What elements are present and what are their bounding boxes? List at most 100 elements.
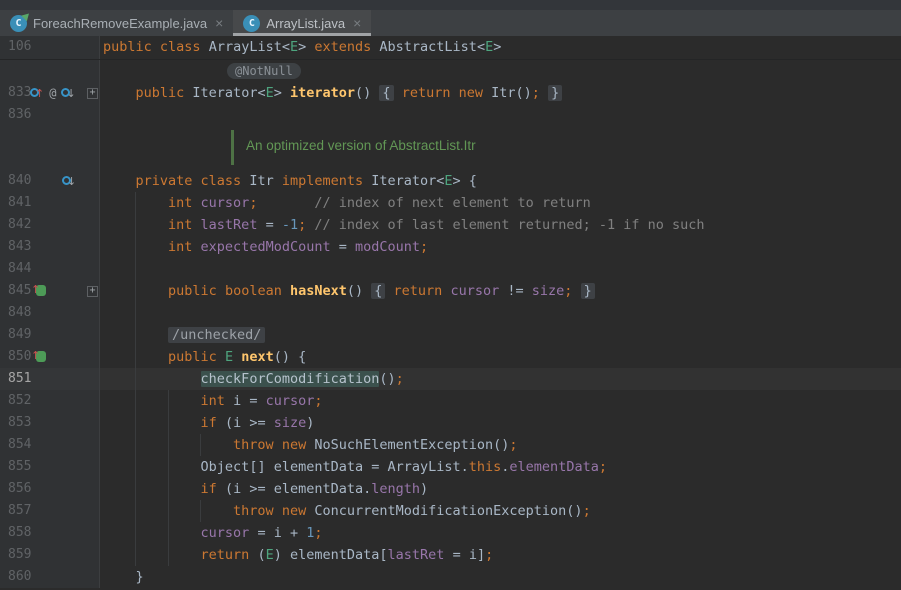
line-number: 860: [8, 569, 32, 584]
code-line-836[interactable]: 836: [0, 104, 901, 126]
tab-foreachremoveexample-java[interactable]: C ForeachRemoveExample.java ×: [0, 10, 233, 36]
code-content[interactable]: throw new NoSuchElementException();: [100, 434, 901, 456]
fold-marker-plus-icon[interactable]: +: [87, 88, 98, 99]
code-content[interactable]: int cursor; // index of next element to …: [100, 192, 901, 214]
overridden-down-icon[interactable]: ↓: [62, 170, 76, 192]
sticky-gutter: 106: [0, 36, 100, 59]
code-token: cursor: [265, 393, 315, 409]
code-token: return: [393, 283, 443, 299]
code-content[interactable]: cursor = i + 1;: [100, 522, 901, 544]
code-content[interactable]: int lastRet = -1; // index of last eleme…: [100, 214, 901, 236]
code-token: cursor: [200, 525, 250, 541]
code-token: (i >= elementData.: [224, 481, 372, 497]
code-line-840[interactable]: 840 ↓ private class Itr implements Iterat…: [0, 170, 901, 192]
line-number: 853: [8, 415, 32, 430]
code-content[interactable]: Object[] elementData = ArrayList.this.el…: [100, 456, 901, 478]
code-content[interactable]: }: [100, 566, 901, 588]
indent-guide: [200, 500, 201, 522]
gutter: 856: [0, 478, 100, 500]
code-content[interactable]: public Iterator<E> iterator() { return n…: [100, 82, 901, 104]
code-content[interactable]: int i = cursor;: [100, 390, 901, 412]
line-number: 843: [8, 239, 32, 254]
overridden-down-icon[interactable]: ↓: [61, 82, 76, 104]
code-token: (): [355, 85, 380, 101]
line-number: 855: [8, 459, 32, 474]
tab-arraylist-java[interactable]: C ArrayList.java ×: [233, 10, 372, 36]
gutter: [0, 126, 100, 170]
code-token: !=: [499, 283, 532, 299]
code-token: ): [420, 481, 429, 497]
overriding-icon[interactable]: ↑: [31, 349, 46, 363]
line-number: 859: [8, 547, 32, 562]
inlay-hint-notnull[interactable]: @NotNull: [227, 63, 301, 79]
code-token: iterator: [289, 85, 356, 101]
code-line-860[interactable]: 860 }: [0, 566, 901, 588]
code-token: (): [346, 283, 372, 299]
code-token: () {: [273, 349, 307, 365]
code-content[interactable]: int expectedModCount = modCount;: [100, 236, 901, 258]
code-content[interactable]: checkForComodification();: [100, 368, 901, 390]
code-content[interactable]: /unchecked/: [100, 324, 901, 346]
annotation-icon[interactable]: @: [49, 86, 56, 100]
run-overlay-icon: [21, 10, 32, 21]
code-content[interactable]: [100, 104, 901, 126]
code-token: (: [257, 547, 266, 563]
gutter: 840 ↓: [0, 170, 100, 192]
code-content[interactable]: private class Itr implements Iterator<E>…: [100, 170, 901, 192]
code-token: int: [200, 393, 234, 409]
indent-guide: [168, 390, 169, 566]
code-token: Itr(): [483, 85, 532, 101]
line-number: 850: [8, 349, 32, 364]
code-token: if: [200, 415, 225, 431]
code-content[interactable]: @NotNull: [100, 60, 901, 82]
code-token: >: [493, 39, 502, 55]
code-token: i =: [233, 393, 266, 409]
code-line[interactable]: @NotNull: [0, 60, 901, 82]
code-content[interactable]: [100, 302, 901, 324]
code-token: E: [265, 547, 274, 563]
code-token: ArrayList<: [208, 39, 290, 55]
code-token: checkForComodification: [200, 371, 380, 387]
code-content[interactable]: throw new ConcurrentModificationExceptio…: [100, 500, 901, 522]
code-token: throw: [233, 437, 282, 453]
gutter: 833 ↑ @ ↓ +: [0, 82, 100, 104]
code-content[interactable]: public E next() {: [100, 346, 901, 368]
sticky-header-code[interactable]: public class ArrayList<E> extends Abstra…: [100, 36, 901, 59]
code-token: Itr: [249, 173, 282, 189]
code-token: ): [306, 415, 315, 431]
code-token: boolean: [224, 283, 290, 299]
code-content[interactable]: [100, 258, 901, 280]
code-content[interactable]: if (i >= elementData.length): [100, 478, 901, 500]
code-token: modCount: [354, 239, 421, 255]
code-content[interactable]: return (E) elementData[lastRet = i];: [100, 544, 901, 566]
override-up-icon[interactable]: ↑: [30, 82, 44, 104]
code-line-833[interactable]: 833 ↑ @ ↓ + public Iterator<E> iterator() { …: [0, 82, 901, 104]
line-number: 106: [8, 39, 32, 54]
code-line[interactable]: An optimized version of AbstractList.Itr: [0, 126, 901, 170]
gutter: 842: [0, 214, 100, 236]
code-content[interactable]: if (i >= size): [100, 412, 901, 434]
overriding-icon[interactable]: ↑: [31, 283, 46, 297]
line-number: 851: [8, 371, 32, 386]
code-content[interactable]: public boolean hasNext() { return cursor…: [100, 280, 901, 302]
line-number: 858: [8, 525, 32, 540]
code-content[interactable]: An optimized version of AbstractList.Itr: [100, 126, 901, 170]
close-icon[interactable]: ×: [215, 16, 223, 30]
code-token: lastRet: [387, 547, 445, 563]
ide-window: C ForeachRemoveExample.java × C ArrayLis…: [0, 0, 901, 590]
close-icon[interactable]: ×: [353, 16, 361, 30]
gutter: 857: [0, 500, 100, 522]
gutter: 849: [0, 324, 100, 346]
code-token: Iterator<: [192, 85, 266, 101]
code-token: private: [135, 173, 201, 189]
code-token: ) elementData[: [273, 547, 388, 563]
gutter: 858: [0, 522, 100, 544]
fold-marker-plus-icon[interactable]: +: [87, 286, 98, 297]
gutter: 850 ↑: [0, 346, 100, 368]
code-token: new: [281, 437, 315, 453]
line-number: 854: [8, 437, 32, 452]
code-token: ;: [509, 437, 518, 453]
code-token: int: [168, 239, 201, 255]
